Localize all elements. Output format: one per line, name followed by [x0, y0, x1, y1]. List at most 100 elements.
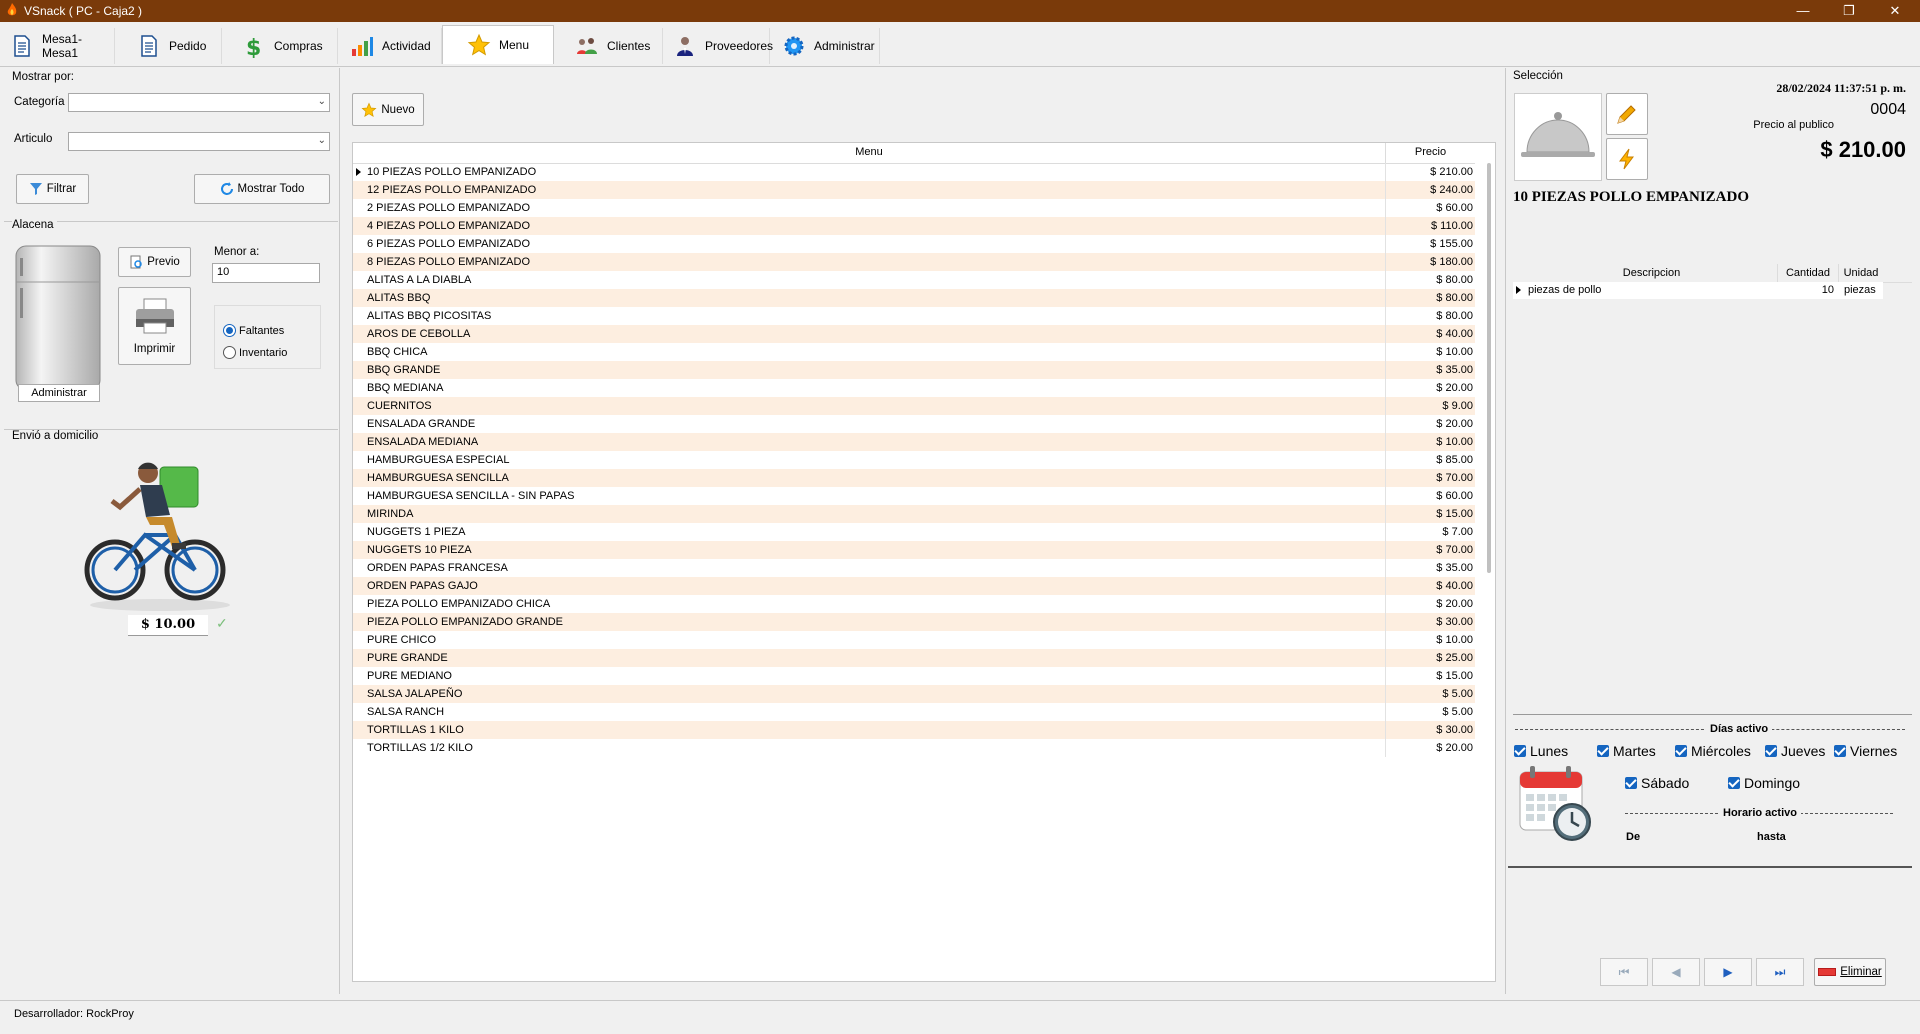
menu-item-price: $ 80.00	[1436, 310, 1473, 322]
table-row[interactable]: ALITAS BBQ PICOSITAS $ 80.00	[353, 307, 1475, 325]
minimize-button[interactable]: —	[1780, 0, 1826, 22]
previous-record-button[interactable]: ◀	[1652, 958, 1700, 986]
ingredient-row[interactable]: piezas de pollo 10 piezas	[1513, 282, 1883, 299]
tab-label: Actividad	[382, 39, 431, 53]
vertical-scrollbar[interactable]	[1487, 163, 1491, 573]
table-row[interactable]: ORDEN PAPAS GAJO $ 40.00	[353, 577, 1475, 595]
menu-item-name: ENSALADA MEDIANA	[367, 436, 479, 448]
last-record-button[interactable]: ⏭	[1756, 958, 1804, 986]
tab-pedido[interactable]: Pedido	[127, 28, 222, 64]
table-row[interactable]: BBQ GRANDE $ 35.00	[353, 361, 1475, 379]
table-row[interactable]: ORDEN PAPAS FRANCESA $ 35.00	[353, 559, 1475, 577]
menu-item-price: $ 7.00	[1442, 526, 1473, 538]
day-saturday-checkbox[interactable]: Sábado	[1625, 775, 1689, 791]
app-flame-icon	[7, 3, 17, 16]
tab-label: Compras	[274, 39, 323, 53]
check-icon[interactable]: ✓	[216, 615, 228, 632]
column-header-menu[interactable]: Menu	[353, 146, 1385, 158]
day-friday-checkbox[interactable]: Viernes	[1834, 743, 1897, 759]
maximize-button[interactable]: ❐	[1826, 0, 1872, 22]
table-row[interactable]: 12 PIEZAS POLLO EMPANIZADO $ 240.00	[353, 181, 1475, 199]
table-row[interactable]: TORTILLAS 1 KILO $ 30.00	[353, 721, 1475, 739]
table-row[interactable]: HAMBURGUESA ESPECIAL $ 85.00	[353, 451, 1475, 469]
table-row[interactable]: 6 PIEZAS POLLO EMPANIZADO $ 155.00	[353, 235, 1475, 253]
ingredients-grid[interactable]: Descripcion Cantidad Unidad piezas de po…	[1513, 264, 1912, 715]
menu-item-name: PIEZA POLLO EMPANIZADO CHICA	[367, 598, 551, 610]
table-row[interactable]: ALITAS BBQ $ 80.00	[353, 289, 1475, 307]
table-row[interactable]: 2 PIEZAS POLLO EMPANIZADO $ 60.00	[353, 199, 1475, 217]
quick-action-button[interactable]	[1606, 138, 1648, 180]
calendar-clock-icon	[1519, 766, 1591, 841]
table-row[interactable]: CUERNITOS $ 9.00	[353, 397, 1475, 415]
tab-mesa[interactable]: Mesa1-Mesa1	[0, 28, 115, 64]
day-sunday-checkbox[interactable]: Domingo	[1728, 775, 1800, 791]
table-row[interactable]: NUGGETS 1 PIEZA $ 7.00	[353, 523, 1475, 541]
table-row[interactable]: PIEZA POLLO EMPANIZADO CHICA $ 20.00	[353, 595, 1475, 613]
filter-button[interactable]: Filtrar	[16, 174, 89, 204]
column-header-description[interactable]: Descripcion	[1525, 267, 1778, 279]
radio-inventory-label: Inventario	[239, 346, 288, 359]
table-row[interactable]: ENSALADA GRANDE $ 20.00	[353, 415, 1475, 433]
menu-item-price: $ 70.00	[1436, 544, 1473, 556]
tab-proveedores[interactable]: Proveedores	[663, 28, 773, 64]
table-row[interactable]: ALITAS A LA DIABLA $ 80.00	[353, 271, 1475, 289]
first-record-button[interactable]: ⏮	[1600, 958, 1648, 986]
menu-item-price: $ 30.00	[1436, 616, 1473, 628]
fridge-admin-button[interactable]: Administrar	[14, 244, 102, 404]
table-row[interactable]: BBQ CHICA $ 10.00	[353, 343, 1475, 361]
edit-button[interactable]	[1606, 93, 1648, 135]
table-row[interactable]: PURE MEDIANO $ 15.00	[353, 667, 1475, 685]
table-row[interactable]: NUGGETS 10 PIEZA $ 70.00	[353, 541, 1475, 559]
table-row[interactable]: SALSA JALAPEÑO $ 5.00	[353, 685, 1475, 703]
tab-clientes[interactable]: Clientes	[563, 28, 663, 64]
day-wednesday-checkbox[interactable]: Miércoles	[1675, 743, 1751, 759]
table-row[interactable]: ENSALADA MEDIANA $ 10.00	[353, 433, 1475, 451]
menu-item-name: CUERNITOS	[367, 400, 432, 412]
category-combo[interactable]: ⌄	[68, 93, 330, 112]
delivery-price[interactable]: $ 10.00	[128, 615, 208, 636]
preview-button[interactable]: Previo	[118, 247, 191, 277]
delete-button[interactable]: Eliminar	[1814, 958, 1886, 986]
table-row[interactable]: MIRINDA $ 15.00	[353, 505, 1475, 523]
tab-compras[interactable]: $ Compras	[232, 28, 338, 64]
table-row[interactable]: TORTILLAS 1/2 KILO $ 20.00	[353, 739, 1475, 757]
column-header-price[interactable]: Precio	[1386, 146, 1475, 158]
ingredient-description: piezas de pollo	[1528, 284, 1602, 296]
close-button[interactable]: ✕	[1872, 0, 1918, 22]
table-row[interactable]: 8 PIEZAS POLLO EMPANIZADO $ 180.00	[353, 253, 1475, 271]
day-monday-checkbox[interactable]: Lunes	[1514, 743, 1568, 759]
column-header-quantity[interactable]: Cantidad	[1778, 267, 1838, 279]
table-row[interactable]: HAMBURGUESA SENCILLA - SIN PAPAS $ 60.00	[353, 487, 1475, 505]
tab-actividad[interactable]: Actividad	[340, 28, 442, 64]
menu-grid[interactable]: Menu Precio 10 PIEZAS POLLO EMPANIZADO $ …	[352, 142, 1496, 982]
table-row[interactable]: 4 PIEZAS POLLO EMPANIZADO $ 110.00	[353, 217, 1475, 235]
table-row[interactable]: PURE GRANDE $ 25.00	[353, 649, 1475, 667]
article-label: Articulo	[14, 133, 53, 145]
table-row[interactable]: 10 PIEZAS POLLO EMPANIZADO $ 210.00	[353, 163, 1475, 181]
document-icon	[14, 35, 30, 57]
product-image[interactable]	[1514, 93, 1602, 181]
menu-item-name: HAMBURGUESA ESPECIAL	[367, 454, 510, 466]
column-header-unit[interactable]: Unidad	[1839, 267, 1883, 279]
new-button[interactable]: Nuevo	[352, 93, 424, 126]
tab-administrar[interactable]: Administrar	[772, 28, 880, 64]
day-tuesday-checkbox[interactable]: Martes	[1597, 743, 1656, 759]
star-icon	[361, 101, 377, 117]
show-all-button[interactable]: Mostrar Todo	[194, 174, 330, 204]
table-row[interactable]: PURE CHICO $ 10.00	[353, 631, 1475, 649]
table-row[interactable]: AROS DE CEBOLLA $ 40.00	[353, 325, 1475, 343]
article-combo[interactable]: ⌄	[68, 132, 330, 151]
print-button[interactable]: Imprimir	[118, 287, 191, 365]
table-row[interactable]: SALSA RANCH $ 5.00	[353, 703, 1475, 721]
table-row[interactable]: HAMBURGUESA SENCILLA $ 70.00	[353, 469, 1475, 487]
funnel-icon	[29, 183, 42, 195]
table-row[interactable]: PIEZA POLLO EMPANIZADO GRANDE $ 30.00	[353, 613, 1475, 631]
table-row[interactable]: BBQ MEDIANA $ 20.00	[353, 379, 1475, 397]
tab-menu[interactable]: Menu	[442, 25, 554, 64]
radio-missing[interactable]: Faltantes	[223, 324, 284, 337]
less-than-input[interactable]: 10	[212, 263, 320, 283]
radio-inventory[interactable]: Inventario	[223, 346, 287, 359]
menu-item-price: $ 155.00	[1430, 238, 1473, 250]
day-thursday-checkbox[interactable]: Jueves	[1765, 743, 1825, 759]
next-record-button[interactable]: ▶	[1704, 958, 1752, 986]
